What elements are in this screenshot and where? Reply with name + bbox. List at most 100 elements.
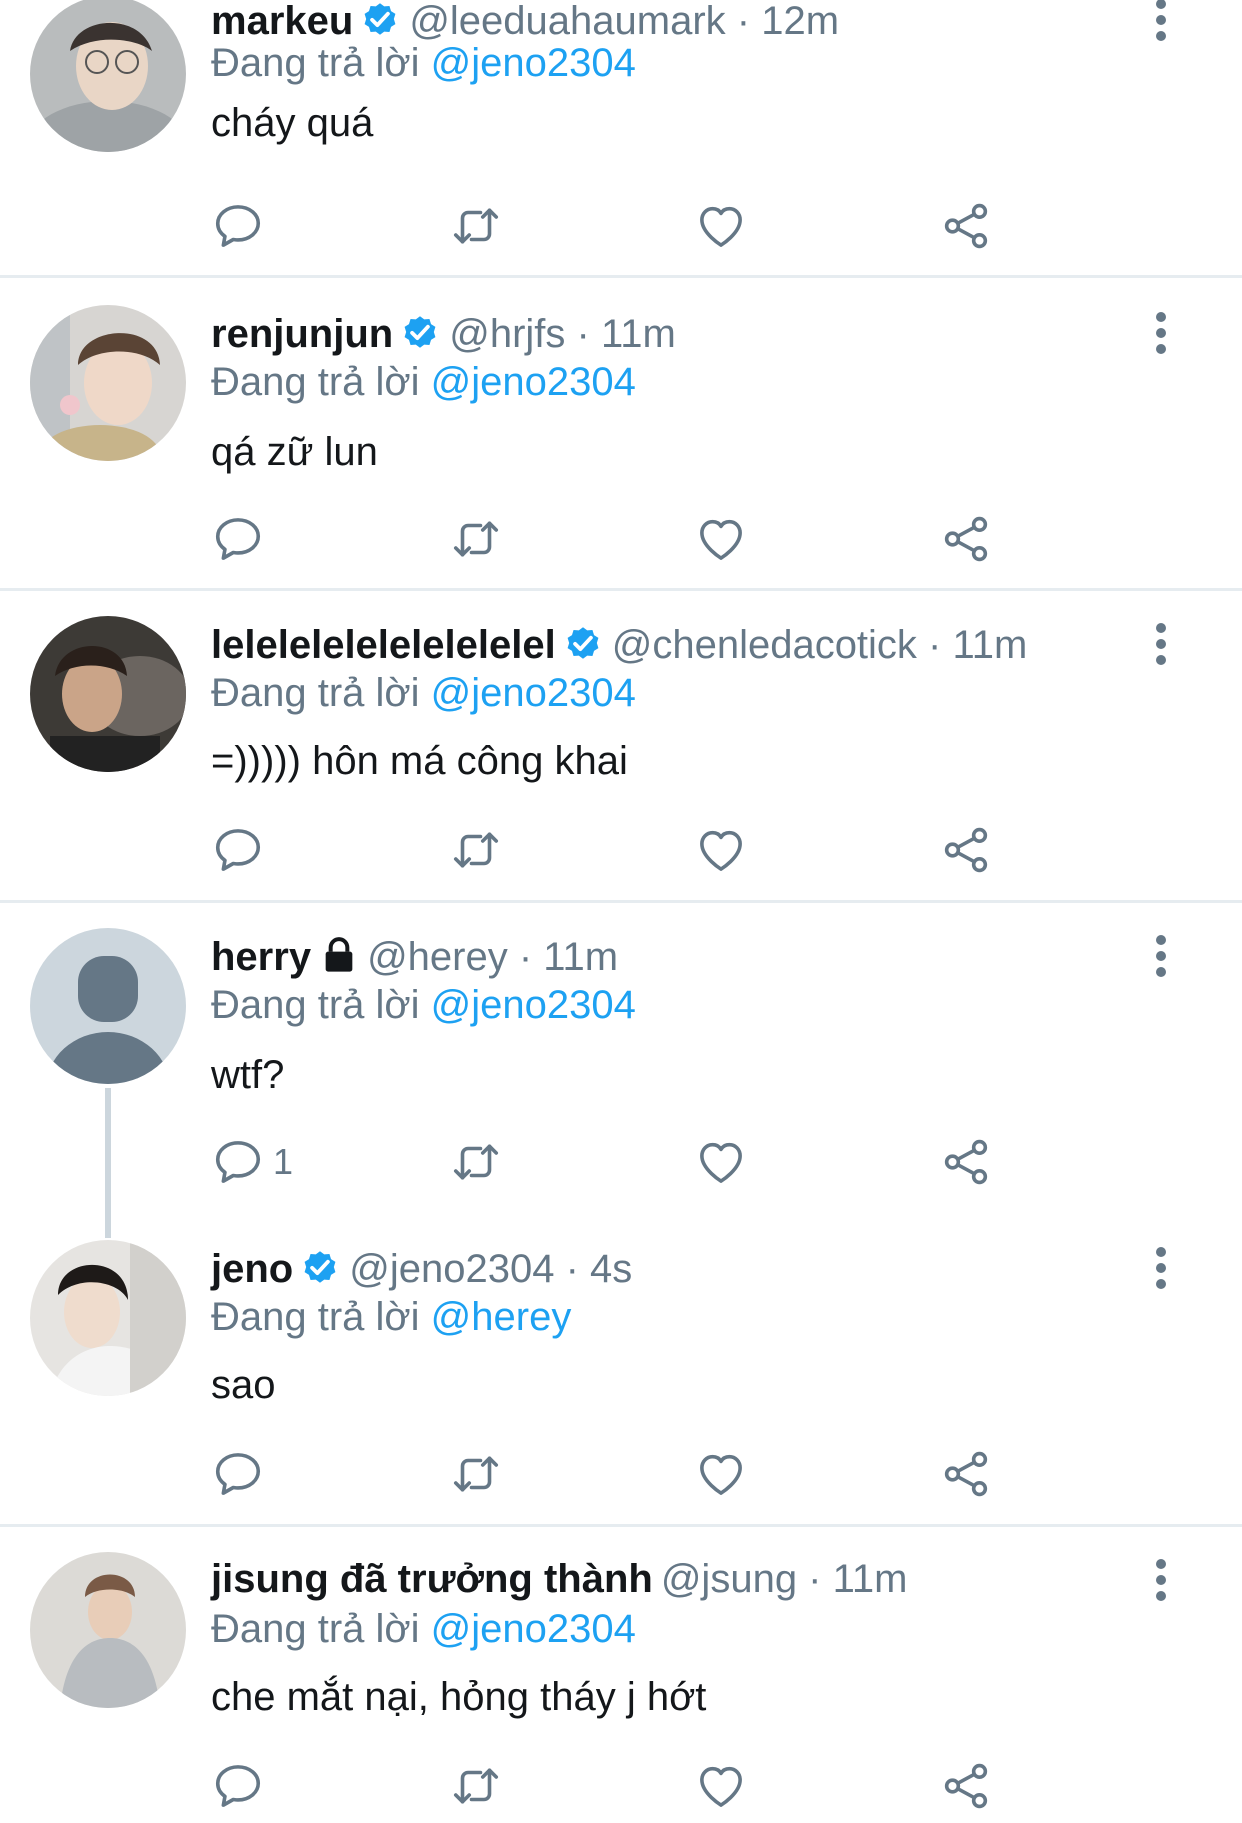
mention-link[interactable]: @jeno2304 [431,41,636,85]
retweet-icon [449,1135,503,1189]
reply-button[interactable]: 1 [211,1132,293,1192]
avatar[interactable] [30,1552,186,1708]
divider [0,1524,1242,1527]
replying-to-label: Đang trả lời [211,41,420,85]
verified-badge-icon [399,311,441,353]
replying-to: Đang trả lời @jeno2304 [211,982,636,1028]
tweet-text: sao [211,1363,276,1407]
more-icon[interactable] [1150,1244,1172,1292]
share-button[interactable] [939,509,993,569]
like-button[interactable] [694,509,748,569]
like-button[interactable] [694,1132,748,1192]
share-icon [939,1135,993,1189]
tweet-header: jeno @jeno2304 · 4s [211,1246,632,1292]
like-button[interactable] [694,820,748,880]
avatar[interactable] [30,616,186,772]
divider [0,588,1242,591]
share-icon [939,1447,993,1501]
replying-to-label: Đang trả lời [211,983,420,1027]
like-icon [694,1447,748,1501]
reply-button[interactable] [211,196,273,256]
share-button[interactable] [939,1444,993,1504]
tweet-header: markeu @leeduahaumark · 12m [211,0,839,44]
display-name[interactable]: herry [211,935,311,979]
display-name[interactable]: jeno [211,1247,293,1291]
reply-icon [211,199,265,253]
replying-to: Đang trả lời @herey [211,1294,571,1340]
avatar-default[interactable] [30,928,186,1084]
handle-time[interactable]: @jsung · 11m [661,1557,908,1601]
retweet-button[interactable] [449,1756,503,1816]
display-name[interactable]: markeu [211,0,353,43]
share-icon [939,512,993,566]
reply-button[interactable] [211,1444,273,1504]
retweet-button[interactable] [449,196,503,256]
retweet-button[interactable] [449,1132,503,1192]
like-button[interactable] [694,1756,748,1816]
share-button[interactable] [939,196,993,256]
handle-time[interactable]: @herey · 11m [367,935,618,979]
replying-to-label: Đang trả lời [211,360,420,404]
handle-time[interactable]: @chenledacotick · 11m [612,623,1028,667]
mention-link[interactable]: @herey [431,1295,572,1339]
action-bar: 1 [211,1132,1011,1192]
like-icon [694,1759,748,1813]
like-button[interactable] [694,196,748,256]
handle-time[interactable]: @leeduahaumark · 12m [409,0,839,43]
more-icon[interactable] [1150,0,1172,44]
reply-count: 1 [273,1141,294,1182]
handle-time[interactable]: @jeno2304 · 4s [349,1247,632,1291]
divider [0,275,1242,278]
tweet-text: qá zữ lun [211,430,378,474]
replying-to: Đang trả lời @jeno2304 [211,670,636,716]
thread-connector [105,1088,111,1238]
share-button[interactable] [939,1756,993,1816]
mention-link[interactable]: @jeno2304 [431,1607,636,1651]
like-button[interactable] [694,1444,748,1504]
action-bar [211,1756,1011,1816]
action-bar [211,820,1011,880]
mention-link[interactable]: @jeno2304 [431,983,636,1027]
more-icon[interactable] [1150,1556,1172,1604]
display-name[interactable]: renjunjun [211,312,393,356]
like-icon [694,823,748,877]
share-icon [939,1759,993,1813]
reply-icon [211,823,265,877]
retweet-button[interactable] [449,820,503,880]
display-name[interactable]: lelelelelelelelelelel [211,623,556,667]
tweet-header: renjunjun @hrjfs · 11m [211,311,676,357]
tweet-text: wtf? [211,1053,285,1097]
tweet-header: jisung đã trưởng thành @jsung · 11m [211,1556,907,1602]
more-icon[interactable] [1150,932,1172,980]
reply-button[interactable] [211,509,273,569]
avatar[interactable] [30,1240,186,1396]
share-button[interactable] [939,820,993,880]
replying-to-label: Đang trả lời [211,671,420,715]
reply-button[interactable] [211,1756,273,1816]
display-name[interactable]: jisung đã trưởng thành [211,1557,653,1601]
divider [0,900,1242,903]
reply-button[interactable] [211,820,273,880]
more-icon[interactable] [1150,309,1172,357]
retweet-icon [449,1447,503,1501]
more-icon[interactable] [1150,620,1172,668]
mention-link[interactable]: @jeno2304 [431,671,636,715]
replying-to: Đang trả lời @jeno2304 [211,40,636,86]
handle-time[interactable]: @hrjfs · 11m [449,312,676,356]
reply-icon [211,512,265,566]
retweet-button[interactable] [449,509,503,569]
tweet-text: =))))) hôn má công khai [211,739,628,783]
reply-icon [211,1135,265,1189]
avatar[interactable] [30,305,186,461]
reply-icon [211,1759,265,1813]
like-icon [694,199,748,253]
mention-link[interactable]: @jeno2304 [431,360,636,404]
retweet-button[interactable] [449,1444,503,1504]
share-button[interactable] [939,1132,993,1192]
lock-icon [319,934,359,976]
like-icon [694,512,748,566]
verified-badge-icon [562,622,604,664]
replying-to-label: Đang trả lời [211,1607,420,1651]
avatar[interactable] [30,0,186,152]
action-bar [211,1444,1011,1504]
